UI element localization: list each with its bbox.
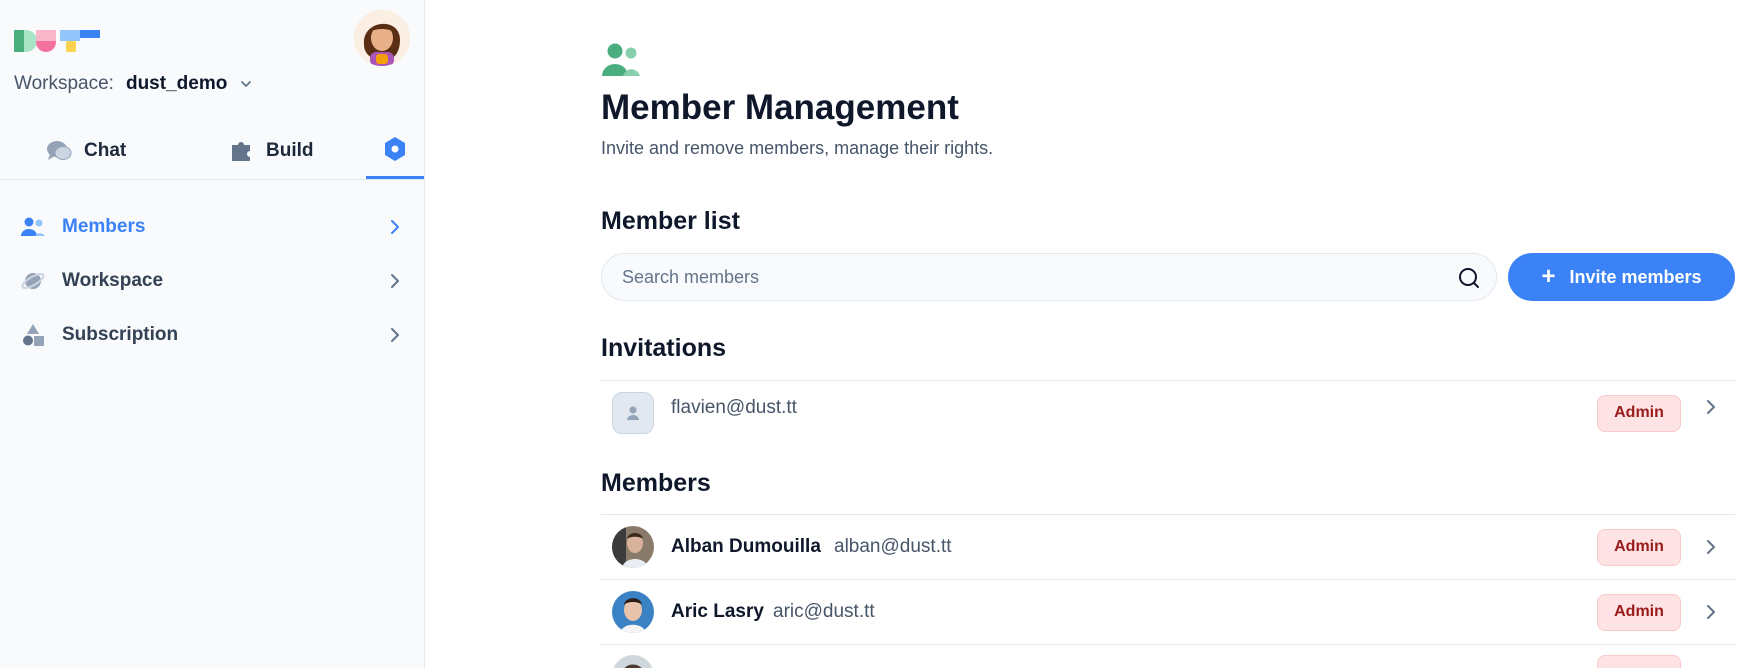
chevron-right-icon [391, 328, 399, 342]
role-badge-partial [1597, 655, 1681, 668]
placeholder-avatar [612, 392, 654, 434]
sidebar-item-workspace[interactable]: Workspace [0, 254, 425, 308]
tab-build-label: Build [266, 140, 314, 161]
role-badge: Admin [1597, 394, 1681, 432]
users-icon [20, 214, 46, 240]
workspace-name: dust_demo [125, 73, 228, 94]
tab-chat-label: Chat [84, 140, 127, 161]
sidebar-item-subscription[interactable]: Subscription [0, 308, 425, 362]
member-avatar [612, 591, 654, 633]
chevron-right-icon [1707, 400, 1715, 414]
member-photo-icon [612, 591, 654, 633]
invitation-row[interactable]: flavien@dust.tt Admin [601, 380, 1735, 445]
page-subtitle: Invite and remove members, manage their … [601, 138, 994, 158]
chat-bubbles-icon [47, 141, 72, 160]
chevron-right-icon [391, 220, 399, 234]
top-tabs: Chat Build [0, 122, 425, 180]
page-title: Member Management [601, 88, 959, 127]
search-bar [601, 253, 1497, 301]
member-row-partial[interactable] [601, 644, 1735, 668]
member-avatar [612, 655, 654, 668]
user-placeholder-icon [627, 406, 639, 420]
member-name: Aric Lasry [671, 601, 764, 622]
chevron-right-icon [1707, 540, 1715, 554]
tab-chat[interactable]: Chat [46, 122, 126, 180]
users-icon [602, 43, 640, 76]
search-icon[interactable] [1458, 267, 1480, 289]
tab-admin[interactable] [366, 122, 424, 179]
sidebar-item-label: Workspace [62, 270, 164, 291]
puzzle-icon [232, 142, 250, 161]
workspace-label: Workspace: [14, 73, 114, 94]
members-heading: Members [601, 469, 711, 497]
admin-hexagon-icon [385, 137, 405, 161]
dust-logo [14, 30, 100, 52]
sidebar-item-members[interactable]: Members [0, 200, 425, 254]
chevron-down-icon [241, 81, 252, 87]
planet-icon [20, 268, 46, 294]
invitation-email: flavien@dust.tt [671, 397, 797, 418]
role-badge: Admin [1597, 593, 1681, 631]
sidebar-nav: Members Workspace Subscription [0, 200, 425, 362]
sidebar-item-label: Members [62, 216, 146, 237]
search-input[interactable] [622, 254, 1422, 300]
member-email: alban@dust.tt [834, 536, 952, 557]
chevron-right-icon [1707, 605, 1715, 619]
plus-icon: + [1541, 263, 1556, 290]
workspace-selector[interactable]: Workspace: dust_demo [14, 72, 253, 96]
member-row[interactable]: Alban Dumouilla alban@dust.tt Admin [601, 514, 1735, 579]
member-email: aric@dust.tt [773, 601, 875, 622]
chevron-right-icon [391, 274, 399, 288]
member-row[interactable]: Aric Lasry aric@dust.tt Admin [601, 579, 1735, 644]
member-photo-icon [612, 526, 654, 568]
invite-members-label: Invite members [1569, 266, 1702, 287]
user-avatar[interactable] [354, 10, 410, 66]
avatar-illustration-icon [354, 10, 410, 66]
member-name: Alban Dumouilla [671, 536, 821, 557]
member-photo-icon [612, 655, 654, 668]
tab-build[interactable]: Build [230, 122, 314, 180]
sidebar: Workspace: dust_demo Chat Build Members … [0, 0, 425, 668]
shapes-icon [20, 322, 46, 348]
member-avatar [612, 526, 654, 568]
sidebar-item-label: Subscription [62, 324, 179, 345]
member-list-heading: Member list [601, 207, 740, 235]
invite-members-button[interactable]: + Invite members [1508, 253, 1735, 301]
role-badge: Admin [1597, 528, 1681, 566]
invitations-heading: Invitations [601, 334, 727, 362]
